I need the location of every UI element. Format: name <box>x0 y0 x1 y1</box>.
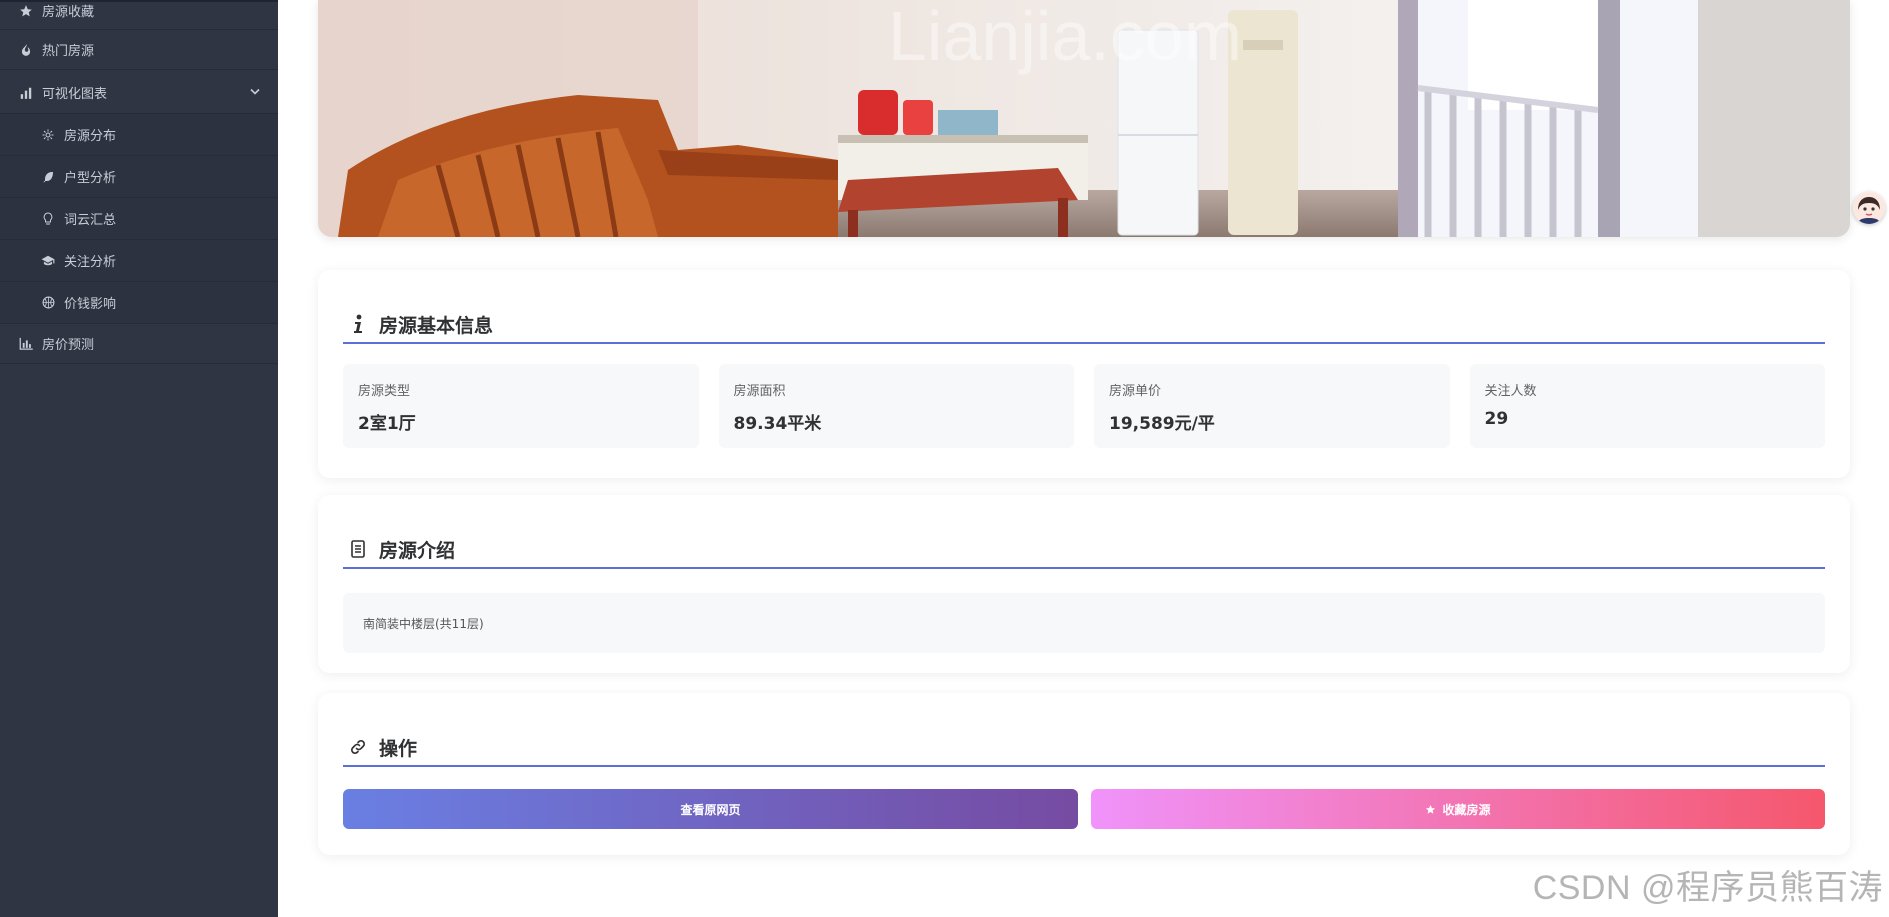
view-original-button[interactable]: 查看原网页 <box>343 789 1078 829</box>
info-label: 关注人数 <box>1484 384 1537 399</box>
sidebar-item-label: 户型分析 <box>64 171 117 186</box>
chevron-down-icon <box>250 85 260 100</box>
sidebar-item-price-impact[interactable]: 价钱影响 <box>0 282 278 324</box>
actions-header: 操作 <box>343 729 1825 767</box>
favorite-button[interactable]: 收藏房源 <box>1091 789 1825 829</box>
info-followers: 关注人数 29 <box>1469 364 1825 448</box>
feather-icon <box>40 169 56 185</box>
star-icon <box>1425 804 1436 815</box>
csdn-watermark: CSDN @程序员熊百涛 <box>1532 869 1883 907</box>
sidebar: 房源收藏 热门房源 可视化图表 房源分布 户型分析 词云汇总 关注分析 价钱影响… <box>0 0 278 917</box>
sidebar-item-attention[interactable]: 关注分析 <box>0 240 278 282</box>
main-content: Lianjia.com 房源基本信息 房源类型 2室1厅 房源面积 89.34平… <box>278 0 1889 917</box>
sidebar-item-label: 可视化图表 <box>42 87 108 102</box>
bar-chart-icon <box>18 85 34 101</box>
info-value: 19,589元/平 <box>1109 414 1215 434</box>
sidebar-item-price-prediction[interactable]: 房价预测 <box>0 324 278 364</box>
sidebar-item-label: 房源收藏 <box>42 5 95 20</box>
info-label: 房源面积 <box>733 384 786 399</box>
sun-icon <box>40 127 56 143</box>
sidebar-item-hot[interactable]: 热门房源 <box>0 30 278 70</box>
sidebar-item-label: 房源分布 <box>64 129 117 144</box>
sidebar-item-label: 房价预测 <box>42 338 95 353</box>
sidebar-item-charts[interactable]: 可视化图表 <box>0 72 278 114</box>
sidebar-item-label: 词云汇总 <box>64 213 117 228</box>
star-icon <box>18 3 34 19</box>
sidebar-item-favorites[interactable]: 房源收藏 <box>0 0 278 30</box>
link-icon <box>347 736 369 758</box>
intro-title: 房源介绍 <box>379 539 456 562</box>
chart-column-icon <box>18 336 34 352</box>
favorite-button-label: 收藏房源 <box>1442 802 1491 817</box>
info-area: 房源面积 89.34平米 <box>718 364 1074 448</box>
info-icon <box>347 313 369 335</box>
intro-text: 南简装中楼层(共11层) <box>343 593 1825 653</box>
info-unit-price: 房源单价 19,589元/平 <box>1094 364 1450 448</box>
info-label: 房源类型 <box>358 384 411 399</box>
basic-info-title: 房源基本信息 <box>379 314 494 337</box>
fire-icon <box>18 42 34 58</box>
intro-header: 房源介绍 <box>343 531 1825 569</box>
document-icon <box>347 538 369 560</box>
assistant-avatar[interactable] <box>1853 192 1885 224</box>
basketball-icon <box>40 295 56 311</box>
info-label: 房源单价 <box>1109 384 1162 399</box>
graduation-cap-icon <box>40 253 56 269</box>
info-value: 29 <box>1484 409 1509 429</box>
basic-info-header: 房源基本信息 <box>343 306 1825 344</box>
basic-info-grid: 房源类型 2室1厅 房源面积 89.34平米 房源单价 19,589元/平 关注… <box>343 364 1825 448</box>
sidebar-item-layout-analysis[interactable]: 户型分析 <box>0 156 278 198</box>
sidebar-item-label: 价钱影响 <box>64 297 117 312</box>
info-value: 2室1厅 <box>358 414 416 434</box>
info-house-type: 房源类型 2室1厅 <box>343 364 699 448</box>
basic-info-card: 房源基本信息 房源类型 2室1厅 房源面积 89.34平米 房源单价 19,58… <box>318 270 1850 478</box>
actions-card: 操作 查看原网页 收藏房源 <box>318 693 1850 855</box>
info-value: 89.34平米 <box>733 414 822 434</box>
avatar-face-icon <box>1853 192 1885 224</box>
photo-watermark: Lianjia.com <box>888 0 1242 75</box>
sidebar-item-distribution[interactable]: 房源分布 <box>0 114 278 156</box>
sidebar-item-label: 关注分析 <box>64 255 117 270</box>
lightbulb-icon <box>40 211 56 227</box>
sidebar-item-label: 热门房源 <box>42 44 95 59</box>
actions-title: 操作 <box>379 737 418 760</box>
house-photo: Lianjia.com <box>318 0 1850 237</box>
intro-card: 房源介绍 南简装中楼层(共11层) <box>318 495 1850 673</box>
house-photo-illustration: Lianjia.com <box>318 0 1850 237</box>
sidebar-item-wordcloud[interactable]: 词云汇总 <box>0 198 278 240</box>
